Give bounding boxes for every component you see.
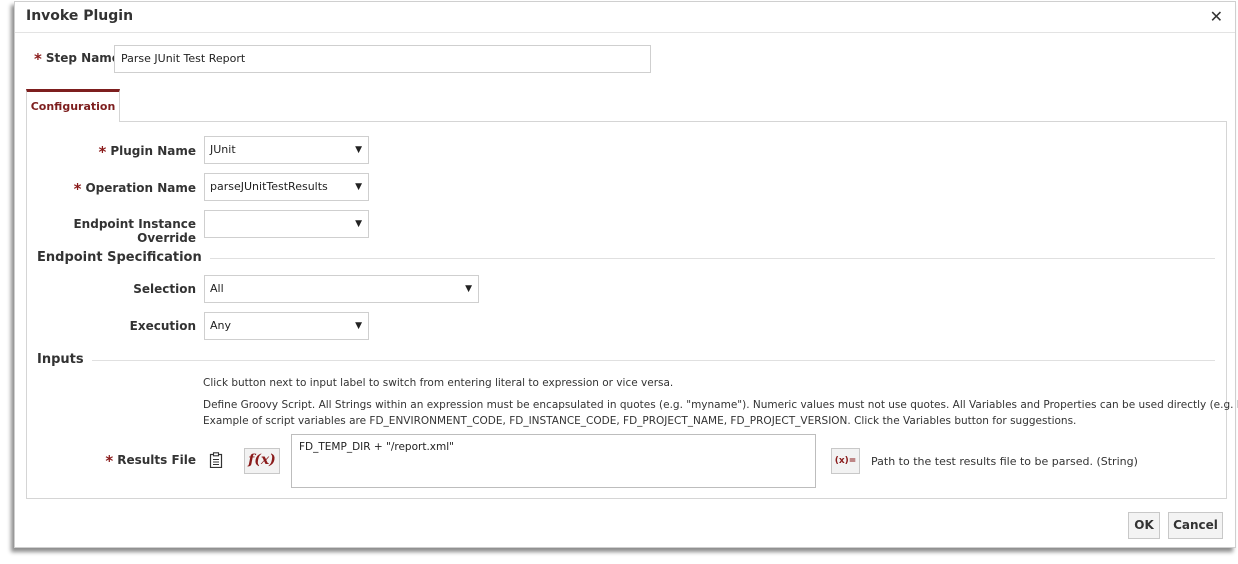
ok-button[interactable]: OK: [1128, 512, 1160, 539]
variables-button[interactable]: (x)=: [831, 448, 860, 474]
step-name-input[interactable]: Parse JUnit Test Report: [114, 45, 651, 73]
dialog-title: Invoke Plugin: [26, 8, 134, 24]
plugin-name-select[interactable]: JUnit ▼: [204, 136, 369, 164]
clipboard-icon[interactable]: [209, 452, 223, 468]
operation-name-label: * Operation Name: [73, 180, 196, 198]
results-file-expression-input[interactable]: FD_TEMP_DIR + "/report.xml": [291, 434, 816, 488]
chevron-down-icon: ▼: [355, 219, 362, 229]
plugin-name-label: * Plugin Name: [98, 143, 196, 161]
step-name-label: * Step Name: [34, 50, 120, 68]
help-text: Click button next to input label to swit…: [203, 377, 674, 389]
chevron-down-icon: ▼: [355, 321, 362, 331]
section-divider: [37, 258, 1215, 259]
chevron-down-icon: ▼: [355, 145, 362, 155]
endpoint-override-label: Endpoint Instance Override: [73, 217, 196, 245]
chevron-down-icon: ▼: [355, 182, 362, 192]
execution-select[interactable]: Any ▼: [204, 312, 369, 340]
results-file-label: * Results File: [105, 452, 196, 470]
tab-configuration[interactable]: Configuration: [26, 89, 120, 122]
execution-label: Execution: [129, 319, 196, 333]
invoke-plugin-dialog: Invoke Plugin ✕ * Step Name Parse JUnit T…: [14, 1, 1238, 548]
title-divider: [15, 32, 1235, 33]
cancel-button[interactable]: Cancel: [1168, 512, 1223, 539]
section-divider: [37, 360, 1215, 361]
close-icon[interactable]: ✕: [1210, 7, 1223, 26]
expression-toggle-button[interactable]: f(x): [244, 448, 280, 474]
endpoint-override-select[interactable]: ▼: [204, 210, 369, 238]
endpoint-spec-heading: Endpoint Specification: [37, 250, 210, 265]
help-text: Define Groovy Script. All Strings within…: [203, 399, 1238, 411]
results-file-hint: Path to the test results file to be pars…: [871, 455, 1138, 468]
chevron-down-icon: ▼: [465, 284, 472, 294]
inputs-heading: Inputs: [37, 352, 92, 367]
help-text: Example of script variables are FD_ENVIR…: [203, 415, 1077, 427]
selection-select[interactable]: All ▼: [204, 275, 479, 303]
operation-name-select[interactable]: parseJUnitTestResults ▼: [204, 173, 369, 201]
selection-label: Selection: [133, 282, 196, 296]
required-marker: *: [34, 50, 42, 68]
